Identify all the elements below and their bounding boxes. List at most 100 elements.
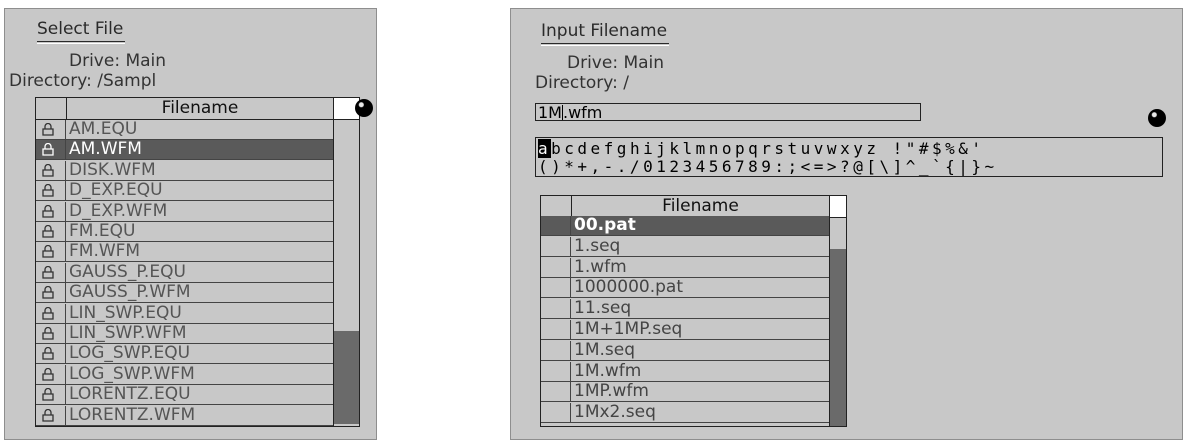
scrollbar-thumb[interactable] — [334, 330, 359, 424]
lock-icon — [36, 160, 66, 180]
char-row-1[interactable]: abcdefghijklmnopqrstuvwxyz !"#$%&' — [538, 139, 985, 158]
file-list-scrollbar-right[interactable] — [829, 196, 846, 426]
lock-column-cell — [541, 382, 571, 402]
lock-column-cell — [541, 278, 571, 298]
file-name: LIN_SWP.EQU — [69, 302, 182, 323]
file-row[interactable]: FM.EQU — [36, 222, 333, 242]
file-row[interactable]: 1M.seq — [541, 339, 829, 361]
lock-icon — [36, 405, 66, 425]
drive-label-right: Drive: Main — [567, 53, 665, 73]
file-row[interactable]: AM.WFM — [36, 139, 333, 161]
file-row[interactable]: LIN_SWP.WFM — [36, 324, 333, 344]
file-row[interactable]: 1M.wfm — [541, 360, 829, 382]
file-row[interactable]: GAUSS_P.EQU — [36, 261, 333, 283]
lock-column-cell — [541, 299, 571, 319]
lock-icon — [36, 201, 66, 221]
lock-column-cell — [541, 236, 571, 256]
lock-icon — [36, 385, 66, 405]
file-list[interactable]: Filename AM.EQU AM.WFM DISK.WFM D_EXP.EQU D_… — [35, 97, 360, 427]
file-row[interactable]: D_EXP.WFM — [36, 200, 333, 222]
file-row[interactable]: LOG_SWP.EQU — [36, 344, 333, 365]
directory-label: Directory: /Sampl — [9, 71, 157, 91]
file-name: GAUSS_P.WFM — [69, 282, 191, 303]
file-row[interactable]: LORENTZ.WFM — [36, 404, 333, 426]
character-palette[interactable]: abcdefghijklmnopqrstuvwxyz !"#$%&' ()*+,… — [535, 137, 1163, 177]
char-highlighted[interactable]: a — [538, 139, 552, 158]
filename-input-before: 1M — [538, 103, 562, 122]
file-name: 1.wfm — [574, 256, 627, 277]
file-row[interactable]: 1MP.wfm — [541, 381, 829, 403]
knob-icon — [355, 99, 373, 117]
file-row[interactable]: 11.seq — [541, 298, 829, 320]
file-name: AM.WFM — [69, 139, 142, 160]
lock-icon — [36, 344, 66, 364]
knob-icon-right — [1148, 109, 1166, 127]
lock-icon — [36, 140, 66, 160]
file-row[interactable]: DISK.WFM — [36, 159, 333, 181]
lock-icon — [36, 262, 66, 282]
file-name: 1Mx2.seq — [574, 402, 656, 423]
file-name: LORENTZ.EQU — [69, 384, 191, 405]
file-list-header: Filename — [36, 98, 333, 120]
file-row[interactable]: FM.WFM — [36, 241, 333, 263]
file-list-scrollbar[interactable] — [333, 98, 359, 426]
lock-icon — [36, 181, 66, 201]
file-name: 1M.wfm — [574, 360, 642, 381]
lock-column-cell — [541, 340, 571, 360]
file-row[interactable]: 1Mx2.seq — [541, 402, 829, 424]
lock-icon — [36, 120, 66, 139]
file-row[interactable]: 1M+1MP.seq — [541, 320, 829, 340]
file-name: GAUSS_P.EQU — [69, 261, 186, 282]
file-row[interactable]: 1.seq — [541, 235, 829, 257]
file-name: 1M.seq — [574, 339, 635, 360]
file-name: DISK.WFM — [69, 159, 156, 180]
file-row[interactable]: AM.EQU — [36, 120, 333, 140]
scrollbar-top-box-right[interactable] — [830, 196, 846, 218]
lock-icon — [36, 242, 66, 262]
file-name: D_EXP.WFM — [69, 200, 168, 221]
file-name: FM.EQU — [69, 221, 136, 241]
file-name: AM.EQU — [69, 119, 138, 139]
file-row[interactable]: LIN_SWP.EQU — [36, 302, 333, 324]
file-name: 1M+1MP.seq — [574, 319, 683, 339]
lock-icon — [36, 222, 66, 241]
file-row[interactable]: D_EXP.EQU — [36, 180, 333, 202]
file-list-right[interactable]: Filename 00.pat 1.seq 1.wfm 1000000.pat 11.s… — [540, 195, 847, 427]
lock-column-cell — [541, 403, 571, 423]
file-name: FM.WFM — [69, 241, 141, 262]
lock-column-cell — [541, 257, 571, 277]
file-name: 11.seq — [574, 298, 632, 319]
file-row[interactable]: LOG_SWP.WFM — [36, 363, 333, 385]
file-name: 1000000.pat — [574, 277, 683, 298]
lock-icon — [36, 364, 66, 384]
lock-column-cell — [541, 320, 571, 339]
file-row[interactable]: 1.wfm — [541, 256, 829, 278]
directory-label-right: Directory: / — [535, 73, 629, 93]
file-row[interactable]: LORENTZ.EQU — [36, 384, 333, 406]
file-name: 1.seq — [574, 235, 621, 256]
filename-input[interactable]: 1M.wfm — [535, 103, 921, 122]
filename-column-header-right: Filename — [662, 196, 739, 216]
select-file-panel: Select File Drive: Main Directory: /Samp… — [4, 8, 377, 440]
drive-label: Drive: Main — [69, 51, 167, 71]
file-name: 00.pat — [574, 215, 636, 235]
lock-icon — [36, 303, 66, 323]
lock-icon — [36, 324, 66, 343]
filename-column-header: Filename — [161, 98, 239, 118]
file-row[interactable]: 1000000.pat — [541, 277, 829, 299]
file-name: 1MP.wfm — [574, 381, 649, 402]
file-name: LIN_SWP.WFM — [69, 323, 187, 343]
input-filename-panel: Input Filename Drive: Main Directory: / … — [510, 8, 1183, 440]
input-filename-title: Input Filename — [541, 21, 670, 46]
lock-column-cell — [541, 361, 571, 381]
file-row[interactable]: GAUSS_P.WFM — [36, 282, 333, 304]
select-file-title: Select File — [37, 19, 126, 44]
file-name: D_EXP.EQU — [69, 180, 163, 201]
char-row-2[interactable]: ()*+,-./0123456789:;<=>?@[\]^_`{|}~ — [538, 157, 998, 176]
file-name: LOG_SWP.WFM — [69, 363, 195, 384]
file-name: LORENTZ.WFM — [69, 404, 196, 425]
scrollbar-thumb-right[interactable] — [830, 249, 846, 426]
file-row[interactable]: 00.pat — [541, 216, 829, 236]
char-row-1-rest[interactable]: bcdefghijklmnopqrstuvwxyz !"#$%&' — [551, 139, 984, 158]
lock-icon — [36, 283, 66, 303]
